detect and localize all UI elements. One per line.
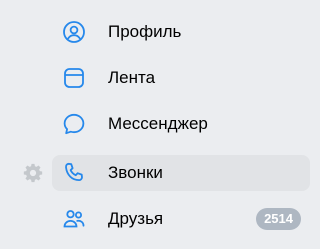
phone-icon xyxy=(62,161,86,185)
menu-item-messenger[interactable]: Мессенджер xyxy=(52,106,310,142)
menu-item-label: Профиль xyxy=(108,22,182,41)
menu-item-feed[interactable]: Лента xyxy=(52,60,310,96)
menu-item-label: Лента xyxy=(108,68,156,87)
menu-item-label: Мессенджер xyxy=(108,114,208,133)
profile-icon xyxy=(62,20,86,44)
menu-item-profile[interactable]: Профиль xyxy=(52,14,310,50)
menu-item-label: Звонки xyxy=(108,163,163,182)
menu-item-friends[interactable]: Друзья 2514 xyxy=(52,201,310,237)
feed-icon xyxy=(62,66,86,90)
gear-icon[interactable] xyxy=(22,162,44,184)
left-nav-menu: Профиль Лента Мессенджер Звонки Друзья 2… xyxy=(0,0,317,249)
messenger-icon xyxy=(62,112,86,136)
friends-icon xyxy=(62,207,86,231)
friends-count-badge: 2514 xyxy=(256,208,301,230)
menu-item-label: Друзья xyxy=(108,209,164,228)
menu-item-calls[interactable]: Звонки xyxy=(52,155,310,191)
